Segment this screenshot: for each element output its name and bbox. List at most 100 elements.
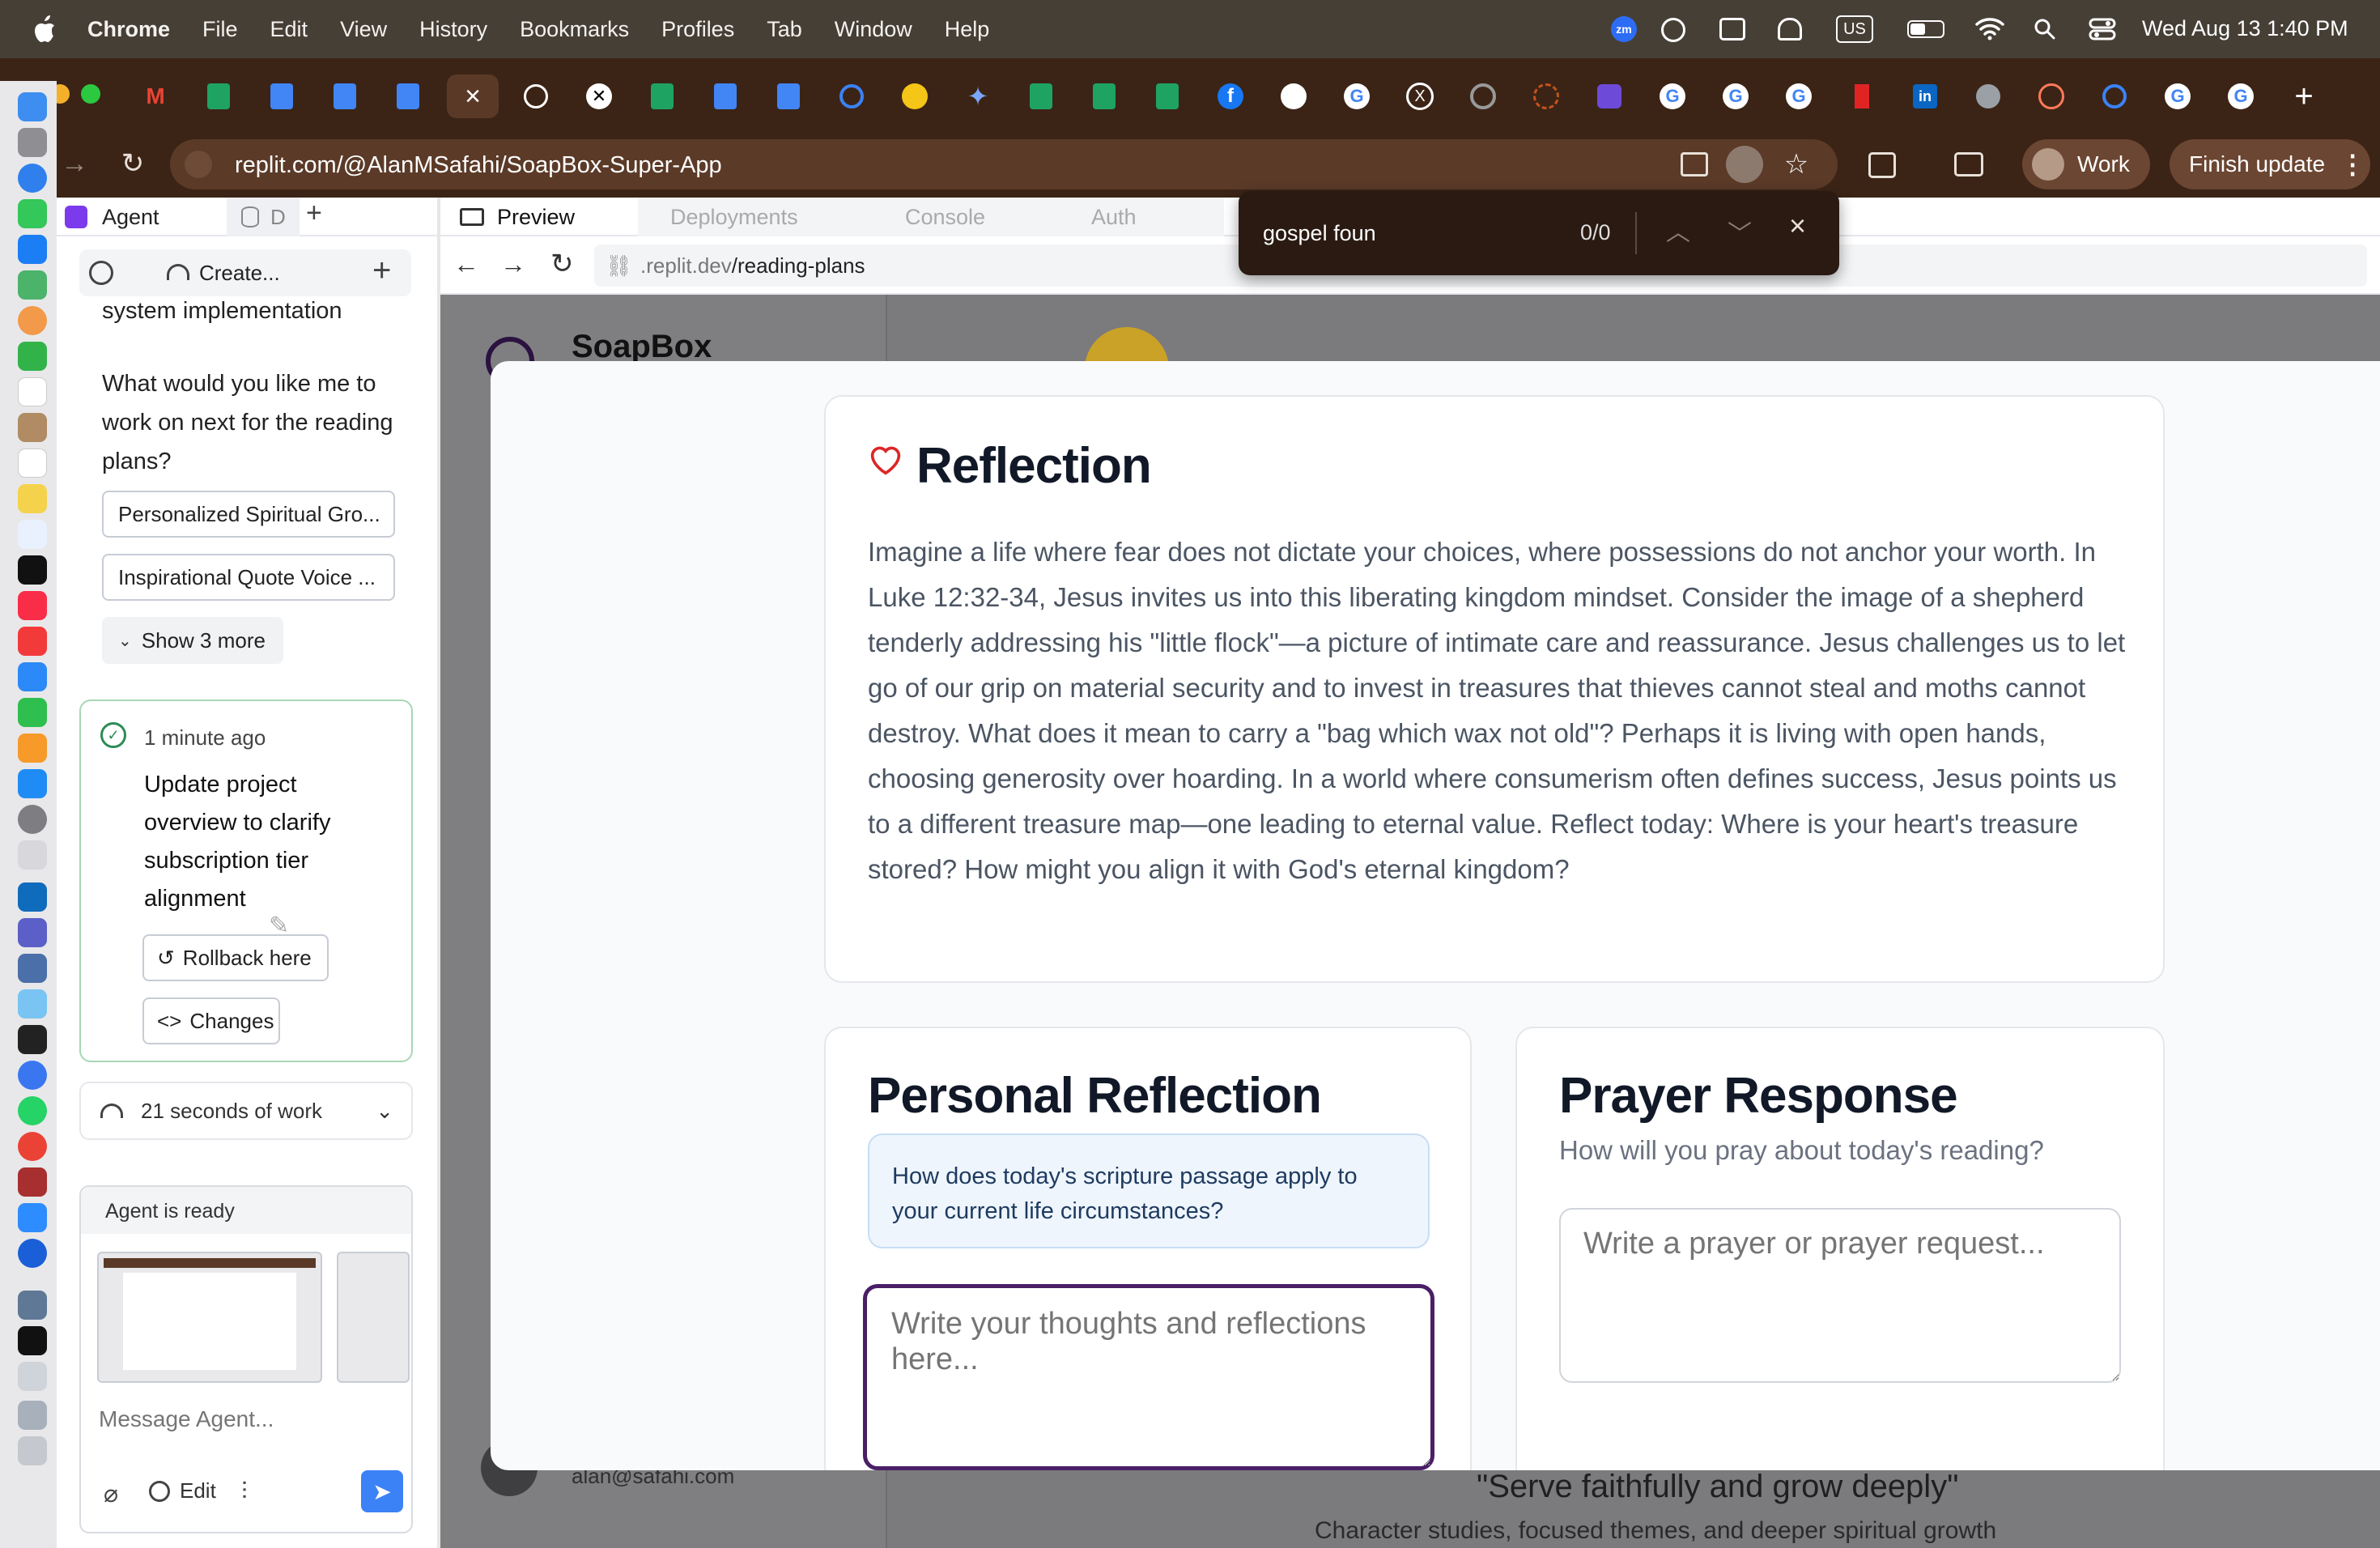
edit-button[interactable]: Edit [149, 1478, 216, 1503]
pages-icon[interactable] [18, 734, 47, 763]
prayer-textarea[interactable] [1559, 1208, 2121, 1383]
tab-console[interactable]: Console [860, 198, 1046, 236]
reflection-textarea[interactable] [863, 1284, 1434, 1470]
menu-bookmarks[interactable]: Bookmarks [520, 17, 629, 42]
find-next-icon[interactable]: ﹀ [1728, 214, 1752, 249]
tab-gmail[interactable]: M [131, 74, 180, 118]
remote-desktop-icon[interactable] [18, 954, 47, 983]
status-icon-a[interactable] [1661, 18, 1685, 42]
find-input[interactable] [1263, 215, 1570, 251]
tab-google-1[interactable]: G [1332, 74, 1381, 118]
screen-icon[interactable] [18, 1362, 47, 1391]
preview-back-icon[interactable]: ← [453, 249, 479, 279]
close-tab-icon[interactable]: × [465, 81, 481, 113]
add-tab-icon[interactable]: + [306, 198, 322, 229]
database-tab[interactable]: D [227, 198, 300, 236]
mail-icon[interactable] [18, 235, 47, 264]
tab-openai[interactable] [512, 74, 560, 118]
finish-update-button[interactable]: Finish update ⋮ [2170, 139, 2370, 189]
battery-icon[interactable] [1907, 20, 1944, 38]
tab-github[interactable] [1269, 74, 1318, 118]
menu-history[interactable]: History [419, 17, 487, 42]
preview-forward-icon[interactable]: → [500, 249, 526, 279]
preview-icon[interactable] [18, 989, 47, 1019]
new-chat-plus-icon[interactable]: + [372, 253, 391, 289]
preview-reload-icon[interactable]: ↻ [550, 248, 574, 280]
chrome-icon[interactable] [18, 1132, 47, 1161]
spotlight-search-icon[interactable] [2034, 18, 2056, 40]
tab-docs-3[interactable] [384, 74, 432, 118]
control-center-icon[interactable] [2089, 16, 2116, 42]
find-close-icon[interactable]: × [1789, 209, 1806, 243]
input-source-badge[interactable]: US [1836, 15, 1873, 43]
bookmark-star-icon[interactable]: ☆ [1781, 149, 1812, 180]
menu-tab[interactable]: Tab [767, 17, 802, 42]
tab-x-1[interactable]: ✕ [575, 74, 623, 118]
wifi-icon[interactable] [1975, 16, 2004, 40]
tab-google-4[interactable]: G [1774, 74, 1823, 118]
menu-file[interactable]: File [202, 17, 238, 42]
rollback-button[interactable]: ↺ Rollback here [142, 934, 329, 981]
maps-icon[interactable] [18, 270, 47, 300]
reload-icon[interactable]: ↻ [118, 148, 147, 179]
tab-sheets-3[interactable] [1017, 74, 1065, 118]
side-panel-icon[interactable] [1954, 152, 1983, 176]
clock[interactable]: Wed Aug 13 1:40 PM [2142, 16, 2348, 41]
finder-icon[interactable] [18, 92, 47, 121]
extensions-icon[interactable] [1868, 152, 1896, 178]
tab-docs-1[interactable] [257, 74, 306, 118]
back-arrow-icon[interactable]: → [60, 148, 89, 179]
install-app-icon[interactable] [1681, 152, 1708, 176]
outlook-icon[interactable] [18, 882, 47, 912]
agent-tab[interactable]: Agent [65, 198, 219, 236]
photos-icon[interactable] [18, 306, 47, 335]
notes-icon[interactable] [18, 484, 47, 513]
zoom-icon[interactable] [18, 1203, 47, 1232]
site-info-icon[interactable] [185, 151, 212, 178]
suggestion-chip-2[interactable]: Inspirational Quote Voice ... [102, 554, 395, 601]
send-button[interactable]: ➤ [361, 1470, 403, 1512]
reminders-icon[interactable] [18, 449, 47, 478]
work-time-row[interactable]: 21 seconds of work ⌄ [79, 1082, 413, 1140]
tab-blue-app[interactable] [827, 74, 876, 118]
dictionary-icon[interactable] [18, 1167, 47, 1197]
menu-edit[interactable]: Edit [270, 17, 308, 42]
launchpad-icon[interactable] [18, 128, 47, 157]
apple-icon[interactable] [32, 15, 57, 43]
music-icon[interactable] [18, 591, 47, 620]
tab-red-app[interactable] [1838, 74, 1886, 118]
safari-icon[interactable] [18, 164, 47, 193]
find-previous-icon[interactable]: ︿ [1666, 212, 1690, 248]
tab-google-5[interactable]: G [2153, 74, 2202, 118]
tab-globe[interactable] [1964, 74, 2012, 118]
tab-linkedin[interactable]: in [1901, 74, 1949, 118]
trash-icon[interactable] [18, 1436, 47, 1465]
settings-icon[interactable] [18, 805, 47, 834]
screenshot-thumbnail-2[interactable] [337, 1252, 410, 1383]
menu-window[interactable]: Window [835, 17, 912, 42]
tab-auth[interactable]: Auth [1046, 198, 1224, 236]
downloads-icon[interactable] [18, 1401, 47, 1430]
profile-chip[interactable]: Work [2022, 139, 2150, 189]
tab-docs-4[interactable] [701, 74, 750, 118]
app-store-icon[interactable] [18, 769, 47, 798]
teams-icon[interactable] [18, 918, 47, 947]
message-input[interactable] [99, 1399, 398, 1440]
weather-status-icon[interactable] [1778, 18, 1802, 40]
tab-google-2[interactable]: G [1648, 74, 1697, 118]
transit-icon[interactable] [18, 1291, 47, 1320]
menu-view[interactable]: View [340, 17, 387, 42]
tab-purple-app[interactable] [1585, 74, 1634, 118]
tab-sheets-2[interactable] [638, 74, 686, 118]
tab-gemini[interactable]: ✦ [954, 74, 1002, 118]
sliders-icon[interactable]: ⫶ [241, 1478, 248, 1506]
tab-facebook[interactable]: f [1206, 74, 1255, 118]
tab-deployments[interactable]: Deployments [638, 198, 860, 236]
tab-sheets-4[interactable] [1080, 74, 1128, 118]
freeform-icon[interactable] [18, 520, 47, 549]
app-menu-chrome[interactable]: Chrome [87, 17, 170, 42]
window-zoom-button[interactable] [81, 84, 100, 104]
1password-icon[interactable] [18, 1239, 47, 1268]
contacts-icon[interactable] [18, 413, 47, 442]
tab-active-replit[interactable]: × [447, 74, 499, 118]
